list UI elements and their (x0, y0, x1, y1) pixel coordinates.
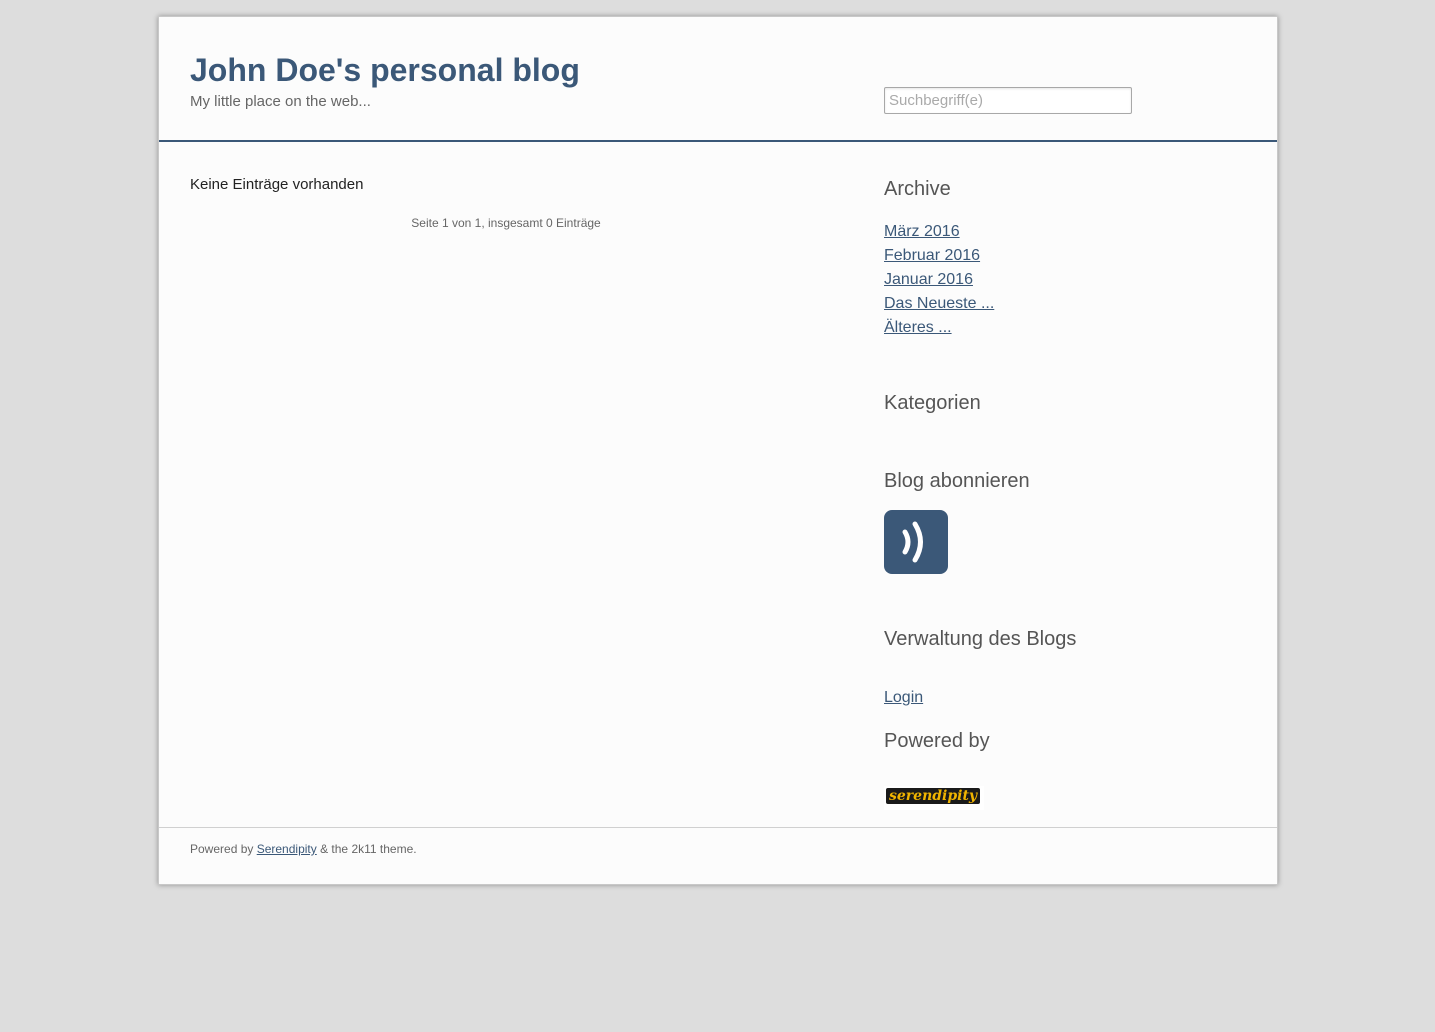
archive-link-older[interactable]: Älteres ... (884, 319, 952, 336)
footer-text: Powered by Serendipity & the 2k11 theme. (190, 842, 417, 856)
archive-link-maerz-2016[interactable]: März 2016 (884, 223, 960, 240)
archive-item: Januar 2016 (884, 268, 994, 292)
archive-item: Februar 2016 (884, 244, 994, 268)
site-header: John Doe's personal blog My little place… (159, 17, 1277, 142)
main-content: Keine Einträge vorhanden Seite 1 von 1, … (190, 175, 822, 230)
serendipity-logo-text: serendipity (886, 788, 981, 804)
serendipity-logo[interactable]: serendipity (884, 786, 984, 810)
archive-link-januar-2016[interactable]: Januar 2016 (884, 271, 973, 288)
archive-item: Das Neueste ... (884, 292, 994, 316)
archive-list: März 2016 Februar 2016 Januar 2016 Das N… (884, 220, 994, 340)
blog-tagline: My little place on the web... (190, 93, 371, 110)
footer-suffix: & the 2k11 theme. (316, 842, 417, 856)
blog-title[interactable]: John Doe's personal blog (190, 51, 580, 89)
subscribe-title: Blog abonnieren (884, 470, 1030, 492)
archive-item: März 2016 (884, 220, 994, 244)
powered-by-title: Powered by (884, 730, 990, 752)
archive-title: Archive (884, 178, 951, 200)
footer-prefix: Powered by (190, 842, 257, 856)
rss-feed-icon[interactable] (884, 510, 948, 574)
page-container: John Doe's personal blog My little place… (158, 16, 1278, 885)
admin-title: Verwaltung des Blogs (884, 628, 1077, 650)
archive-item: Älteres ... (884, 316, 994, 340)
pagination-info: Seite 1 von 1, insgesamt 0 Einträge (411, 216, 601, 230)
archive-link-februar-2016[interactable]: Februar 2016 (884, 247, 980, 264)
search-input[interactable] (884, 87, 1132, 114)
login-link[interactable]: Login (884, 686, 923, 710)
no-entries-message: Keine Einträge vorhanden (190, 176, 364, 193)
categories-title: Kategorien (884, 392, 981, 414)
feed-arcs-icon (902, 521, 923, 563)
footer-serendipity-link[interactable]: Serendipity (257, 842, 317, 856)
archive-link-newest[interactable]: Das Neueste ... (884, 295, 994, 312)
site-footer: Powered by Serendipity & the 2k11 theme. (159, 827, 1277, 886)
